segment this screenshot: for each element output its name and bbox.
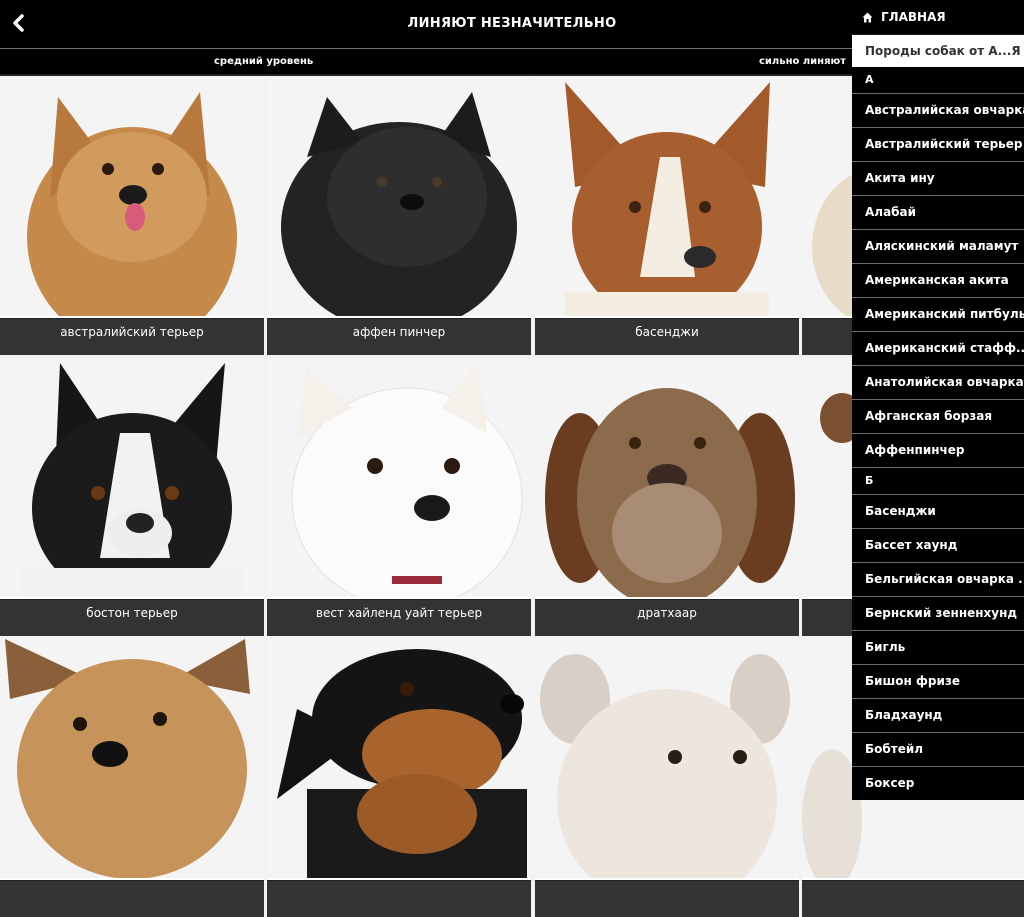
menu-item[interactable]: Анатолийская овчарка: [852, 366, 1024, 400]
breed-name: вест хайленд уайт терьер: [267, 599, 531, 636]
breed-card[interactable]: [0, 639, 264, 917]
breed-name: австралийский терьер: [0, 318, 264, 355]
menu-item[interactable]: Бишон фризе: [852, 665, 1024, 699]
menu-item[interactable]: Аффенпинчер: [852, 434, 1024, 468]
breed-name: аффен пинчер: [267, 318, 531, 355]
menu-item[interactable]: Бладхаунд: [852, 699, 1024, 733]
menu-item[interactable]: Австралийская овчарка: [852, 94, 1024, 128]
menu-item[interactable]: Аляскинский маламут: [852, 230, 1024, 264]
menu-home-label: ГЛАВНАЯ: [881, 10, 946, 24]
dog-photo: [535, 639, 799, 878]
breed-card[interactable]: бостон терьер: [0, 358, 264, 636]
breed-card[interactable]: австралийский терьер: [0, 77, 264, 355]
dog-photo: [267, 639, 531, 878]
breed-name: басенджи: [535, 318, 799, 355]
breed-name: дратхаар: [535, 599, 799, 636]
menu-home-link[interactable]: ГЛАВНАЯ: [852, 0, 1024, 34]
menu-item[interactable]: Басенджи: [852, 495, 1024, 529]
side-menu: ГЛАВНАЯ Породы собак от А...Я А Австрали…: [852, 0, 1024, 800]
dog-photo: [535, 77, 799, 316]
filter-heavy-link[interactable]: сильно линяют: [759, 56, 846, 67]
breed-search-input[interactable]: Породы собак от А...Я: [852, 34, 1024, 67]
menu-item[interactable]: Бернский зенненхунд: [852, 597, 1024, 631]
dog-photo: [267, 358, 531, 597]
breed-name: бостон терьер: [0, 599, 264, 636]
menu-item[interactable]: Бассет хаунд: [852, 529, 1024, 563]
breed-card[interactable]: басенджи: [535, 77, 799, 355]
breed-card[interactable]: аффен пинчер: [267, 77, 531, 355]
menu-item[interactable]: Акита ину: [852, 162, 1024, 196]
dog-photo: [267, 77, 531, 316]
dog-photo: [0, 77, 264, 316]
breed-name: [802, 880, 1024, 917]
menu-item[interactable]: Американская акита: [852, 264, 1024, 298]
menu-item[interactable]: Бобтейл: [852, 733, 1024, 767]
menu-letter-header: Б: [852, 468, 1024, 495]
breed-name: [267, 880, 531, 917]
breed-card[interactable]: вест хайленд уайт терьер: [267, 358, 531, 636]
breed-card[interactable]: дратхаар: [535, 358, 799, 636]
menu-item[interactable]: Алабай: [852, 196, 1024, 230]
menu-letter-header: А: [852, 67, 1024, 94]
menu-item[interactable]: Бельгийская овчарка ...: [852, 563, 1024, 597]
menu-item[interactable]: Бигль: [852, 631, 1024, 665]
filter-medium-link[interactable]: средний уровень: [214, 56, 313, 67]
dog-photo: [0, 358, 264, 597]
breed-name: [0, 880, 264, 917]
home-icon: [862, 12, 873, 22]
dog-photo: [535, 358, 799, 597]
menu-item[interactable]: Афганская борзая: [852, 400, 1024, 434]
breed-card[interactable]: [267, 639, 531, 917]
menu-item[interactable]: Американский питбуль: [852, 298, 1024, 332]
breed-name: [535, 880, 799, 917]
dog-photo: [0, 639, 264, 878]
menu-item[interactable]: Боксер: [852, 767, 1024, 800]
breed-card[interactable]: [535, 639, 799, 917]
menu-item[interactable]: Американский стафф...: [852, 332, 1024, 366]
menu-item[interactable]: Австралийский терьер: [852, 128, 1024, 162]
